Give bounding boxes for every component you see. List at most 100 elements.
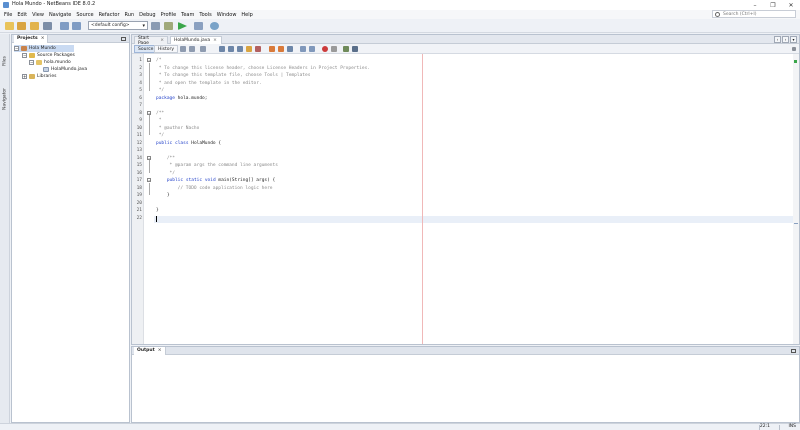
tab-list-icon[interactable]: ▾	[790, 36, 797, 43]
output-tab[interactable]: Output ×	[134, 346, 166, 355]
output-header: Output ×	[132, 346, 799, 355]
line-number-gutter: 1 2 3 4 5 6 7 8 9 10 11 12 13 14 15 16 1…	[132, 54, 144, 344]
menu-file[interactable]: File	[4, 12, 12, 18]
search-placeholder: Search (Ctrl+I)	[723, 11, 757, 17]
new-project-icon[interactable]	[17, 22, 26, 30]
output-tab-label: Output	[137, 348, 155, 353]
menu-refactor[interactable]: Refactor	[99, 12, 120, 18]
uncomment-icon[interactable]	[352, 46, 358, 52]
navigator-tab[interactable]: Navigator	[1, 74, 9, 110]
minimize-panel-icon[interactable]	[791, 349, 796, 353]
shift-left-icon[interactable]	[300, 46, 306, 52]
projects-tab-label: Projects	[17, 36, 38, 41]
build-icon[interactable]	[151, 22, 160, 30]
close-icon[interactable]: ×	[41, 36, 45, 41]
status-separator	[779, 425, 780, 430]
minimize-panel-icon[interactable]	[121, 37, 126, 41]
code-line: // TODO code application logic here	[156, 185, 273, 191]
projects-tab[interactable]: Projects ×	[14, 34, 49, 43]
minimize-button[interactable]: –	[746, 0, 764, 10]
toggle-bookmark-icon[interactable]	[287, 46, 293, 52]
code-line: }	[156, 193, 170, 198]
collapse-toggle[interactable]: −	[14, 46, 19, 51]
menu-source[interactable]: Source	[76, 12, 93, 18]
tree-item-source-packages[interactable]: − Source Packages	[22, 52, 75, 59]
tree-item-label: Hola Mundo	[29, 46, 56, 51]
text-caret	[156, 215, 157, 222]
menu-navigate[interactable]: Navigate	[49, 12, 71, 18]
project-icon	[21, 46, 27, 51]
redo-icon[interactable]	[72, 22, 81, 30]
new-file-icon[interactable]	[5, 22, 14, 30]
config-select[interactable]: <default config> ▾	[88, 21, 148, 30]
menu-help[interactable]: Help	[241, 12, 252, 18]
netbeans-app-icon	[3, 2, 9, 8]
files-tab[interactable]: Files	[1, 42, 9, 66]
collapse-toggle[interactable]: −	[29, 60, 34, 65]
fold-toggle-icon[interactable]: −	[147, 58, 151, 62]
toggle-highlight-icon[interactable]	[246, 46, 252, 52]
menu-tools[interactable]: Tools	[199, 12, 211, 18]
window-title: Hola Mundo - NetBeans IDE 8.0.2	[12, 1, 96, 7]
package-icon	[36, 60, 42, 65]
previous-bookmark-icon[interactable]	[269, 46, 275, 52]
tab-holamundo-java[interactable]: HolaMundo.java ×	[170, 36, 222, 44]
menu-window[interactable]: Window	[217, 12, 237, 18]
open-project-icon[interactable]	[30, 22, 39, 30]
collapse-toggle[interactable]: −	[22, 53, 27, 58]
close-icon[interactable]: ×	[158, 348, 162, 353]
undo-icon[interactable]	[60, 22, 69, 30]
line-number: 13	[136, 148, 142, 153]
scroll-right-icon[interactable]: ›	[782, 36, 789, 43]
clean-build-icon[interactable]	[164, 22, 173, 30]
tree-item-package[interactable]: − hola.mundo	[29, 59, 71, 66]
code-line: public class HolaMundo {	[156, 140, 222, 146]
history-mode-button[interactable]: History	[154, 45, 179, 53]
side-tab-strip: Files Navigator	[0, 34, 10, 430]
menu-profile[interactable]: Profile	[161, 12, 177, 18]
start-macro-icon[interactable]	[322, 46, 328, 52]
close-button[interactable]: ✕	[782, 0, 800, 10]
next-bookmark-icon[interactable]	[278, 46, 284, 52]
fold-toggle-icon[interactable]: −	[147, 178, 151, 182]
stop-macro-icon[interactable]	[331, 46, 337, 52]
fold-toggle-icon[interactable]: −	[147, 110, 151, 115]
code-line: /**	[156, 110, 165, 116]
menu-run[interactable]: Run	[125, 12, 135, 18]
toggle-rect-selection-icon[interactable]	[255, 46, 261, 52]
find-icon[interactable]	[219, 46, 225, 52]
status-bar: 22:1 INS	[0, 423, 800, 430]
code-line: package hola.mundo;	[156, 95, 208, 101]
save-all-icon[interactable]	[43, 22, 52, 30]
fold-toggle-icon[interactable]: −	[147, 155, 151, 160]
menu-debug[interactable]: Debug	[139, 12, 155, 18]
search-input[interactable]: Search (Ctrl+I)	[712, 10, 796, 18]
forward-icon[interactable]	[200, 46, 206, 52]
code-line: */	[156, 170, 175, 176]
tab-start-page[interactable]: Start Page ×	[134, 36, 168, 46]
find-previous-icon[interactable]	[228, 46, 234, 52]
code-area[interactable]: /* * To change this license header, choo…	[154, 54, 794, 344]
menu-edit[interactable]: Edit	[17, 12, 27, 18]
debug-icon[interactable]	[194, 22, 203, 30]
comment-icon[interactable]	[343, 46, 349, 52]
scroll-left-icon[interactable]: ‹	[774, 36, 781, 43]
menu-view[interactable]: View	[32, 12, 44, 18]
expand-editor-icon[interactable]	[792, 47, 796, 51]
expand-toggle[interactable]: +	[22, 74, 27, 79]
run-icon[interactable]	[178, 22, 187, 30]
last-edit-icon[interactable]	[180, 46, 186, 52]
shift-right-icon[interactable]	[309, 46, 315, 52]
close-icon[interactable]: ×	[213, 38, 217, 43]
tree-item-label: Libraries	[37, 74, 57, 79]
tree-item-java-file[interactable]: HolaMundo.java	[43, 66, 87, 73]
tree-item-project[interactable]: − Hola Mundo	[14, 45, 74, 52]
profile-icon[interactable]	[210, 22, 219, 30]
tree-item-libraries[interactable]: + Libraries	[22, 73, 56, 80]
menu-team[interactable]: Team	[181, 12, 194, 18]
maximize-button[interactable]: ❐	[764, 0, 782, 10]
fold-guide	[149, 63, 150, 91]
back-icon[interactable]	[189, 46, 195, 52]
find-next-icon[interactable]	[237, 46, 243, 52]
close-icon[interactable]: ×	[160, 38, 164, 43]
